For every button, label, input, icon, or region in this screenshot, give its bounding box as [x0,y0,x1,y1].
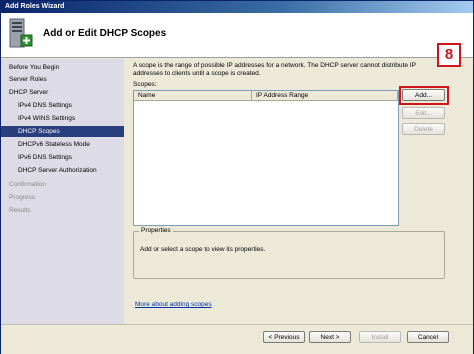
wizard-content: A scope is the range of possible IP addr… [125,59,473,324]
step-number-badge: 8 [437,43,461,67]
nav-ipv6-dns-settings[interactable]: IPv6 DNS Settings [1,152,124,163]
previous-button[interactable]: < Previous [263,331,305,343]
wizard-steps-nav: Before You Begin Server Roles DHCP Serve… [1,59,124,324]
nav-results: Results [9,207,31,214]
nav-ipv4-dns-settings[interactable]: IPv4 DNS Settings [1,100,124,111]
scopes-label: Scopes: [133,81,157,88]
nav-before-you-begin[interactable]: Before You Begin [1,62,124,73]
nav-dhcpv6-stateless-mode[interactable]: DHCPv6 Stateless Mode [1,139,124,150]
page-title: Add or Edit DHCP Scopes [43,28,167,39]
next-button[interactable]: Next > [309,331,351,343]
install-button[interactable]: Install [359,331,401,343]
window-title: Add Roles Wizard [1,1,473,13]
column-header-name[interactable]: Name [134,91,252,101]
cancel-button[interactable]: Cancel [407,331,449,343]
edit-scope-button[interactable]: Edit... [402,107,445,119]
nav-dhcp-server[interactable]: DHCP Server [1,87,124,98]
properties-legend: Properties [139,227,173,234]
delete-scope-button[interactable]: Delete [402,123,445,135]
nav-progress: Progress [9,194,36,201]
nav-dhcp-server-authorization[interactable]: DHCP Server Authorization [1,165,124,176]
properties-group: Properties Add or select a scope to view… [133,227,445,279]
step-highlight-box [399,86,449,105]
nav-server-roles[interactable]: Server Roles [1,74,124,85]
wizard-footer: < Previous Next > Install Cancel [1,324,473,354]
nav-dhcp-scopes[interactable]: DHCP Scopes [1,126,124,137]
scopes-list[interactable]: Name IP Address Range [133,90,399,226]
nav-confirmation: Confirmation [9,181,46,188]
wizard-window: Add Roles Wizard Add or Edit DHCP Scopes… [0,0,474,354]
column-header-ip-address-range[interactable]: IP Address Range [252,91,398,101]
properties-text: Add or select a scope to view its proper… [140,246,266,253]
wizard-header: Add or Edit DHCP Scopes [1,13,473,58]
more-about-scopes-link[interactable]: More about adding scopes [135,301,212,308]
scope-description: A scope is the range of possible IP addr… [133,62,416,77]
nav-ipv4-wins-settings[interactable]: IPv4 WINS Settings [1,113,124,124]
server-roles-icon [9,18,33,48]
